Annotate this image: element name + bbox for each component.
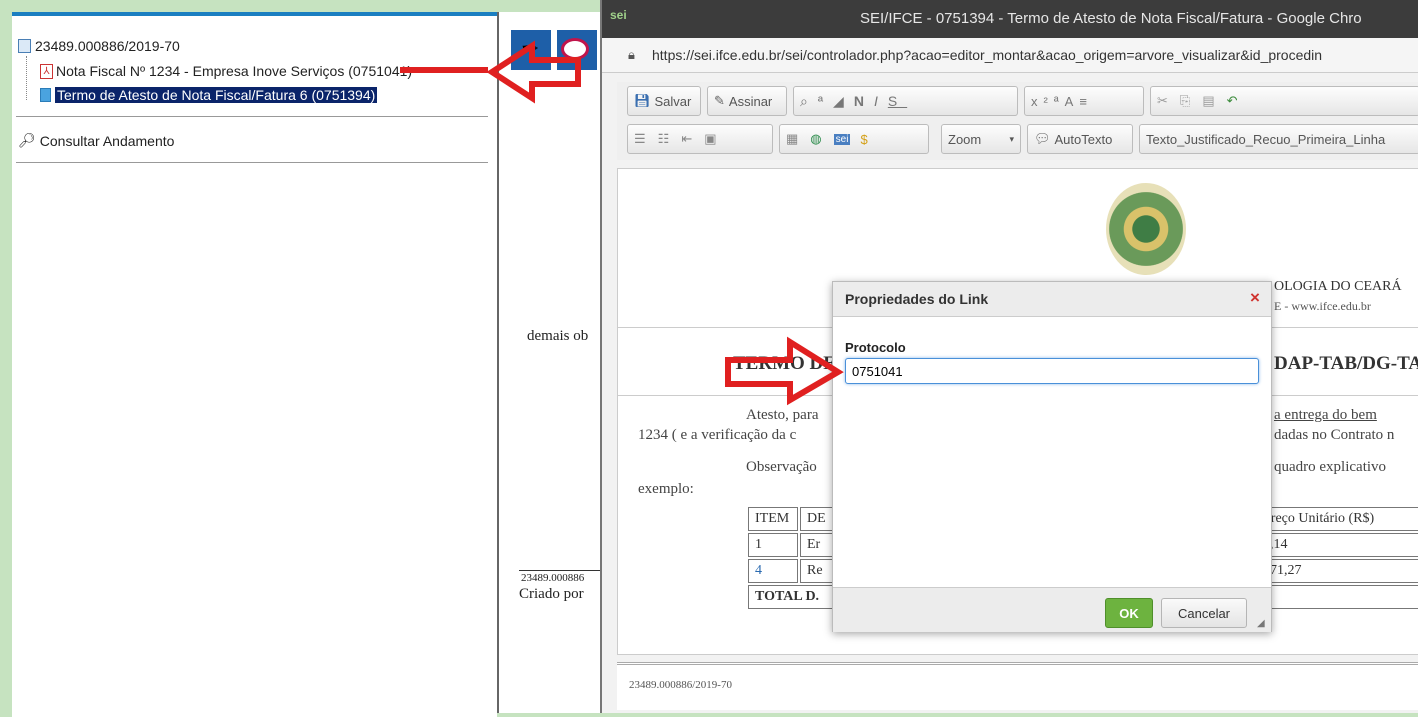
annotation-arrow-right (725, 336, 844, 406)
annotation-arrow-left (486, 40, 581, 104)
annotation-arrows (400, 40, 844, 406)
